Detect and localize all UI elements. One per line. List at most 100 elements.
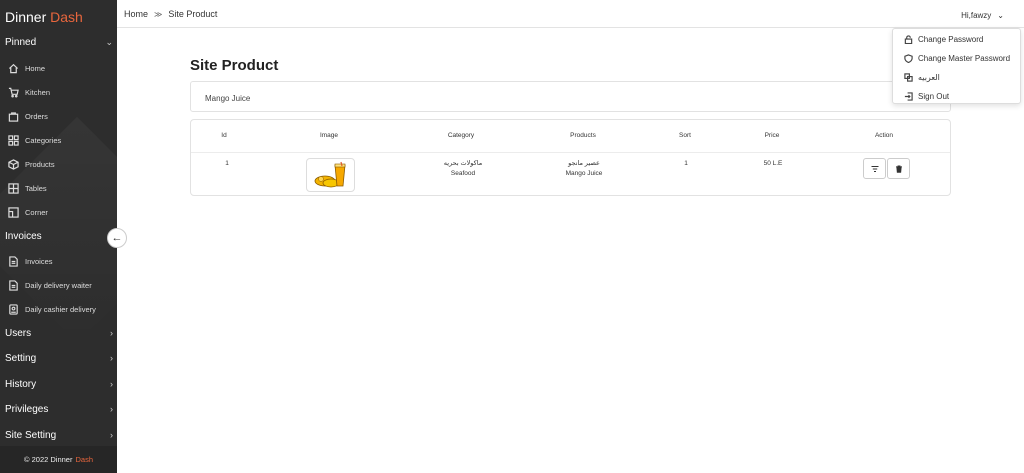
sidebar-footer: © 2022 Dinner Dash — [0, 446, 117, 473]
grid-icon — [7, 134, 19, 146]
brand-name: Dinner — [5, 9, 47, 25]
sidebar-item-daily-delivery-waiter[interactable]: Daily delivery waiter — [7, 276, 112, 294]
cell-category: ماكولات بحريه Seafood — [444, 159, 482, 179]
cell-id: 1 — [225, 160, 229, 167]
chevron-down-icon: ⌄ — [997, 11, 1004, 20]
translate-icon — [904, 72, 914, 82]
sidebar-group-setting[interactable]: Setting › — [5, 353, 113, 364]
home-icon — [7, 62, 19, 74]
arrow-left-icon: ← — [111, 232, 123, 244]
header-divider — [191, 152, 950, 153]
sidebar-group-label: Site Setting — [5, 430, 57, 441]
sidebar-item-label: Orders — [25, 111, 48, 121]
sidebar-item-label: Home — [25, 63, 46, 73]
product-arabic: عصير مانجو — [568, 160, 600, 167]
filter-icon — [871, 165, 878, 172]
column-header-action: Action — [874, 132, 894, 139]
cell-product: عصير مانجو Mango Juice — [566, 159, 603, 179]
table-icon — [7, 182, 19, 194]
brand-accent: Dash — [50, 9, 83, 25]
sidebar-collapse-button[interactable]: ← — [107, 228, 127, 248]
product-english: Mango Juice — [565, 170, 603, 177]
sidebar-item-kitchen[interactable]: Kitchen — [7, 83, 112, 101]
bag-icon — [7, 110, 19, 122]
trash-icon — [895, 165, 902, 173]
sidebar-group-pinned[interactable]: Pinned ⌄ — [5, 37, 113, 48]
delete-button[interactable] — [887, 158, 910, 179]
sidebar-group-invoices[interactable]: Invoices — [5, 231, 113, 242]
sidebar-item-categories[interactable]: Categories — [7, 131, 112, 149]
sidebar-group-label: Invoices — [5, 231, 42, 242]
user-greeting: Hi,fawzy — [961, 11, 992, 20]
menu-item-label: Change Password — [918, 34, 984, 44]
column-header-image: Image — [319, 132, 339, 139]
sidebar-item-label: Daily delivery waiter — [25, 280, 92, 290]
badge-icon — [7, 303, 19, 315]
copyright-accent: Dash — [75, 455, 93, 464]
sidebar-group-privileges[interactable]: Privileges › — [5, 404, 113, 415]
sign-out-item[interactable]: Sign Out — [904, 89, 949, 103]
user-dropdown-menu: Change Password Change Master Password ا… — [892, 28, 1021, 104]
change-master-password-item[interactable]: Change Master Password — [904, 51, 1010, 65]
change-password-item[interactable]: Change Password — [904, 32, 983, 46]
column-header-category: Category — [447, 132, 475, 139]
category-arabic: ماكولات بحريه — [443, 160, 483, 167]
language-arabic-item[interactable]: العربيه — [904, 70, 940, 84]
sidebar: Dinner Dash Pinned ⌄ Home Kitchen Orders… — [0, 0, 117, 473]
brand-logo[interactable]: Dinner Dash — [5, 9, 83, 25]
cell-sort: 1 — [684, 160, 688, 167]
chevron-right-icon: › — [110, 404, 113, 414]
sidebar-group-history[interactable]: History › — [5, 379, 113, 390]
sidebar-item-products[interactable]: Products — [7, 155, 112, 173]
products-table: Id Image Category Products Sort Price Ac… — [190, 119, 951, 196]
product-name-text: Mango Juice — [205, 94, 251, 103]
sidebar-item-daily-cashier-delivery[interactable]: Daily cashier delivery — [7, 300, 112, 318]
sign-out-icon — [904, 91, 914, 101]
menu-item-label: Change Master Password — [918, 53, 1011, 63]
mango-juice-image — [314, 161, 345, 188]
cell-price: 50 L.E — [763, 160, 783, 167]
sidebar-item-orders[interactable]: Orders — [7, 107, 112, 125]
chevron-right-icon: › — [110, 353, 113, 363]
chevron-right-icon: › — [110, 379, 113, 389]
column-header-price: Price — [764, 132, 780, 139]
breadcrumb-home[interactable]: Home — [124, 9, 148, 19]
sidebar-item-label: Tables — [25, 183, 47, 193]
sidebar-group-site-setting[interactable]: Site Setting › — [5, 430, 113, 441]
sidebar-group-label: Users — [5, 328, 32, 339]
sidebar-group-users[interactable]: Users › — [5, 328, 113, 339]
sidebar-item-invoices[interactable]: Invoices — [7, 252, 112, 270]
product-name-display: Mango Juice — [190, 81, 951, 112]
corner-icon — [7, 206, 19, 218]
breadcrumb-separator: ≫ — [154, 9, 163, 19]
sidebar-item-label: Categories — [25, 135, 62, 145]
sidebar-item-home[interactable]: Home — [7, 59, 112, 77]
sidebar-item-label: Daily cashier delivery — [25, 304, 96, 314]
shield-icon — [904, 53, 914, 63]
menu-item-label: Sign Out — [918, 91, 950, 101]
menu-item-label: العربيه — [918, 72, 940, 82]
chevron-down-icon: ⌄ — [105, 37, 113, 47]
breadcrumb-current: Site Product — [168, 9, 218, 19]
sidebar-item-label: Kitchen — [25, 87, 51, 97]
sidebar-group-label: Setting — [5, 353, 37, 364]
column-header-id: Id — [221, 132, 227, 139]
column-header-products: Products — [570, 132, 596, 139]
sidebar-item-label: Corner — [25, 207, 48, 217]
chevron-right-icon: › — [110, 430, 113, 440]
copyright-text: © 2022 Dinner — [24, 455, 73, 464]
user-menu-toggle[interactable]: Hi,fawzy ⌄ — [961, 11, 1004, 20]
sidebar-item-label: Products — [25, 159, 55, 169]
file-icon — [7, 255, 19, 267]
product-image — [306, 158, 355, 192]
cart-icon — [7, 86, 19, 98]
filter-button[interactable] — [863, 158, 886, 179]
sidebar-group-label: Privileges — [5, 404, 49, 415]
sidebar-item-tables[interactable]: Tables — [7, 179, 112, 197]
sidebar-item-label: Invoices — [25, 256, 53, 266]
chevron-right-icon: › — [110, 328, 113, 338]
top-bar: Home ≫ Site Product Hi,fawzy ⌄ — [117, 0, 1024, 28]
box-icon — [7, 158, 19, 170]
sidebar-item-corner[interactable]: Corner — [7, 203, 112, 221]
category-english: Seafood — [450, 170, 476, 177]
